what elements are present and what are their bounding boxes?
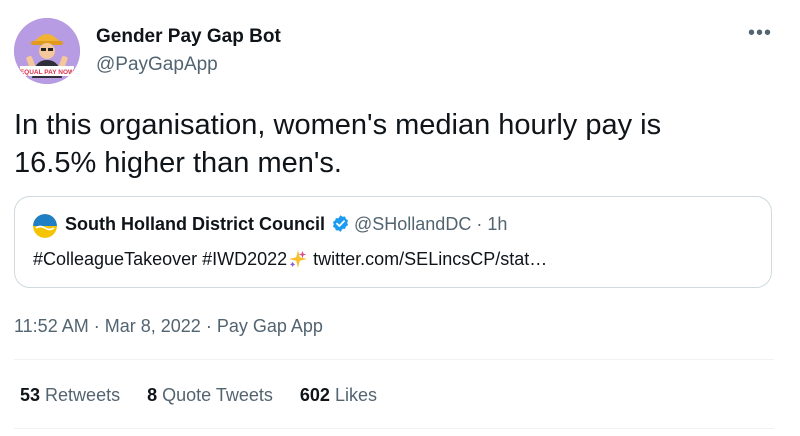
tweet-text: In this organisation, women's median hou… xyxy=(14,106,774,182)
sparkle-emoji-icon xyxy=(289,250,308,273)
quoted-avatar-logo-icon xyxy=(33,214,57,238)
tweet-stats: 53 Retweets 8 Quote Tweets 602 Likes xyxy=(20,385,399,406)
divider-bottom xyxy=(14,428,774,429)
quoted-tweet-header: South Holland District Council @SHollandD… xyxy=(65,214,507,238)
retweets-count: 53 xyxy=(20,385,41,405)
quoted-time[interactable]: 1h xyxy=(487,214,507,234)
meta-separator: · xyxy=(93,316,100,336)
quote-tweets-label: Quote Tweets xyxy=(162,385,273,405)
quoted-author-avatar[interactable] xyxy=(33,214,57,238)
retweets-stat[interactable]: 53 Retweets xyxy=(20,385,120,406)
tweet-text-line-1: In this organisation, women's median hou… xyxy=(14,109,662,141)
tweet-text-line-2: 16.5% higher than men's. xyxy=(14,147,342,179)
likes-label: Likes xyxy=(334,385,377,405)
quoted-author-handle[interactable]: @SHollandDC xyxy=(354,214,471,234)
quoted-link[interactable]: twitter.com/SELincsCP/stat… xyxy=(313,249,547,269)
avatar-banner-text: EQUAL PAY NOW xyxy=(20,69,75,76)
author-avatar[interactable]: EQUAL PAY NOW xyxy=(14,18,80,84)
verified-badge-icon xyxy=(331,214,350,238)
retweets-label: Retweets xyxy=(45,385,121,405)
quoted-tweet-card[interactable]: South Holland District Council @SHollandD… xyxy=(14,196,772,288)
tweet-date[interactable]: Mar 8, 2022 xyxy=(105,316,201,336)
tweet-meta: 11:52 AM · Mar 8, 2022 · Pay Gap App xyxy=(14,316,323,337)
meta-separator: · xyxy=(205,316,212,336)
quote-tweets-count: 8 xyxy=(147,385,158,405)
tweet-source[interactable]: Pay Gap App xyxy=(217,316,323,336)
more-options-icon[interactable]: ••• xyxy=(748,22,772,45)
quoted-hashtags[interactable]: #ColleagueTakeover #IWD2022 xyxy=(33,249,287,269)
quoted-tweet-body: #ColleagueTakeover #IWD2022 twitter.com/S… xyxy=(33,249,547,273)
quote-tweets-stat[interactable]: 8 Quote Tweets xyxy=(147,385,273,406)
divider-top xyxy=(14,359,774,360)
likes-stat[interactable]: 602 Likes xyxy=(300,385,377,406)
author-handle[interactable]: @PayGapApp xyxy=(96,54,218,76)
quoted-author-name[interactable]: South Holland District Council xyxy=(65,214,325,234)
avatar-illustration: EQUAL PAY NOW xyxy=(14,18,80,84)
tweet-time[interactable]: 11:52 AM xyxy=(14,316,89,336)
quoted-separator: · xyxy=(476,214,483,234)
likes-count: 602 xyxy=(299,385,330,405)
author-display-name[interactable]: Gender Pay Gap Bot xyxy=(96,26,281,48)
